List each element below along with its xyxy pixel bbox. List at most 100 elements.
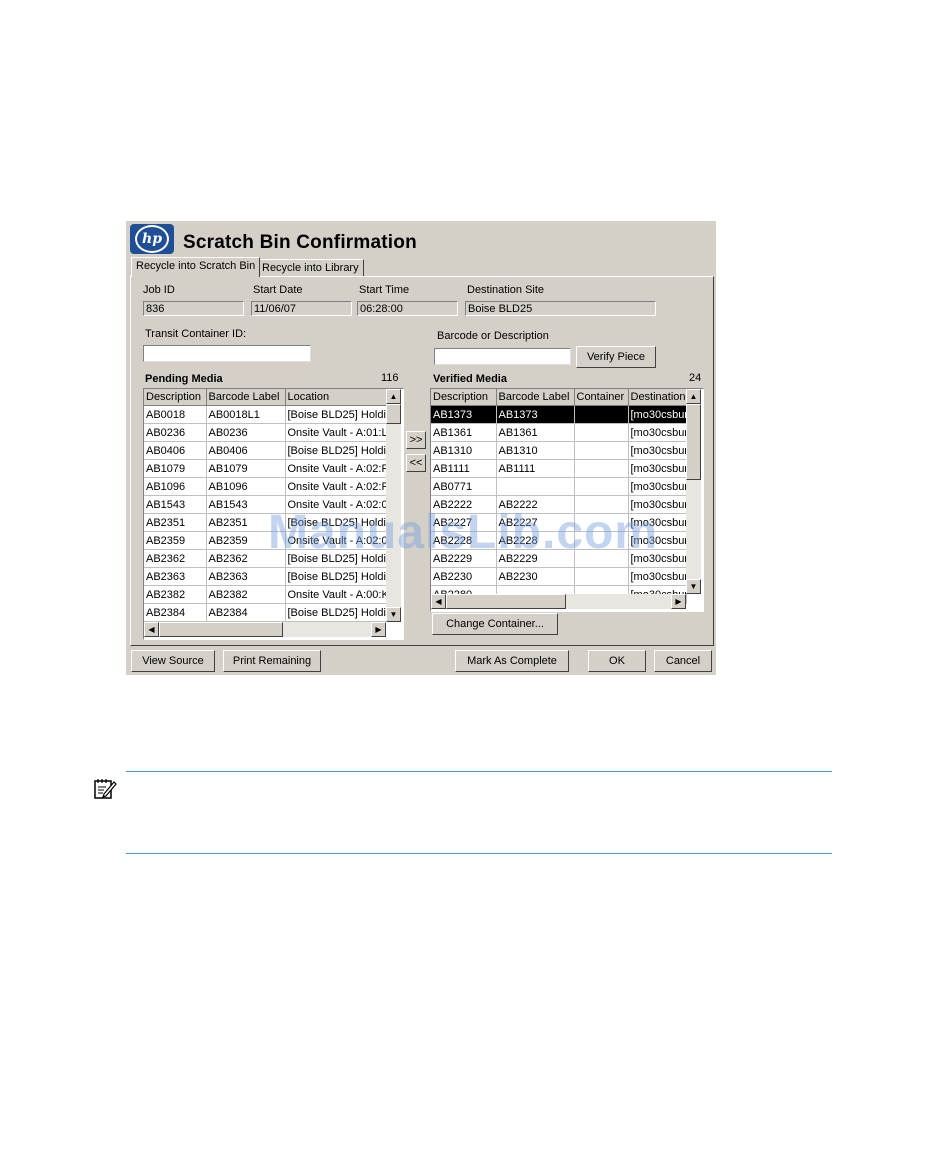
scroll-up-icon[interactable]: ▲ [686,389,701,404]
table-row[interactable]: AB1373 AB1373 [mo30csbur [431,405,687,424]
move-to-pending-button[interactable]: << [406,454,426,472]
destination-site-field: Boise BLD25 [465,301,656,316]
verified-col-container[interactable]: Container [574,389,629,406]
table-cell [574,513,629,532]
verified-media-grid[interactable]: Description Barcode Label Container Dest… [430,388,704,612]
table-row[interactable]: AB1096 AB1096 Onsite Vault - A:02:F [144,477,387,496]
barcode-input[interactable] [434,348,571,365]
verified-media-count: 24 [689,372,702,384]
table-cell [574,477,629,496]
scroll-thumb[interactable] [686,404,701,480]
table-cell: [mo30csbur [628,549,687,568]
table-row[interactable]: AB2363 AB2363 [Boise BLD25] Holdin [144,567,387,586]
table-cell: AB2362 [144,549,207,568]
pending-horizontal-scrollbar[interactable]: ◀ ▶ [144,622,386,637]
table-cell: AB2363 [206,567,286,586]
transit-container-input[interactable] [143,345,311,362]
pending-col-location[interactable]: Location [285,389,387,406]
scroll-right-icon[interactable]: ▶ [371,622,386,637]
table-cell: AB2384 [144,603,207,622]
scroll-down-icon[interactable]: ▼ [386,607,401,622]
cancel-button[interactable]: Cancel [654,650,712,672]
table-cell [574,423,629,442]
table-row[interactable]: AB2362 AB2362 [Boise BLD25] Holdin [144,549,387,568]
start-date-field: 11/06/07 [251,301,352,316]
table-cell: [Boise BLD25] Holdin [285,603,387,622]
table-cell: AB2227 [431,513,497,532]
table-cell: AB2382 [206,585,286,604]
table-cell: AB1096 [144,477,207,496]
table-row[interactable]: AB0771 [mo30csbur [431,477,687,496]
table-cell [496,477,575,496]
table-cell: AB0236 [206,423,286,442]
table-row[interactable]: AB2222 AB2222 [mo30csbur [431,495,687,514]
note-icon [94,779,117,799]
move-to-verified-button[interactable]: >> [406,431,426,449]
print-remaining-button[interactable]: Print Remaining [223,650,321,672]
table-cell: AB2384 [206,603,286,622]
table-cell: [mo30csbur [628,531,687,550]
table-row[interactable]: AB2229 AB2229 [mo30csbur [431,549,687,568]
table-row[interactable]: AB2230 AB2230 [mo30csbur [431,567,687,586]
scroll-right-icon[interactable]: ▶ [671,594,686,609]
table-cell: Onsite Vault - A:00:K [285,585,387,604]
ok-button[interactable]: OK [588,650,646,672]
tab-recycle-library[interactable]: Recycle into Library [257,259,364,277]
table-cell: Onsite Vault - A:02:F [285,477,387,496]
change-container-button[interactable]: Change Container... [432,613,558,635]
table-row[interactable]: AB2382 AB2382 Onsite Vault - A:00:K [144,585,387,604]
table-row[interactable]: AB2359 AB2359 Onsite Vault - A:02:0 [144,531,387,550]
job-id-field: 836 [143,301,244,316]
view-source-button[interactable]: View Source [131,650,215,672]
table-cell: AB2362 [206,549,286,568]
table-cell: AB2351 [206,513,286,532]
pending-col-barcode[interactable]: Barcode Label [206,389,286,406]
table-row[interactable]: AB2384 AB2384 [Boise BLD25] Holdin [144,603,387,622]
mark-as-complete-button[interactable]: Mark As Complete [455,650,569,672]
table-row[interactable]: AB2228 AB2228 [mo30csbur [431,531,687,550]
table-cell: AB0406 [144,441,207,460]
table-cell: [mo30csbur [628,477,687,496]
verify-piece-button[interactable]: Verify Piece [576,346,656,368]
pending-vertical-scrollbar[interactable]: ▲ ▼ [386,389,401,622]
table-cell: [Boise BLD25] Holdin [285,405,387,424]
table-cell: [mo30csbur [628,495,687,514]
table-row[interactable]: AB0236 AB0236 Onsite Vault - A:01:L [144,423,387,442]
verified-horizontal-scrollbar[interactable]: ◀ ▶ [431,594,686,609]
table-row[interactable]: AB1079 AB1079 Onsite Vault - A:02:F [144,459,387,478]
scroll-thumb[interactable] [446,594,566,609]
table-cell: AB2230 [431,567,497,586]
barcode-label: Barcode or Description [437,330,549,342]
table-row[interactable]: AB2351 AB2351 [Boise BLD25] Holdin [144,513,387,532]
scroll-thumb[interactable] [386,404,401,424]
scroll-up-icon[interactable]: ▲ [386,389,401,404]
scroll-down-icon[interactable]: ▼ [686,579,701,594]
table-row[interactable]: AB0406 AB0406 [Boise BLD25] Holdin [144,441,387,460]
verified-col-barcode[interactable]: Barcode Label [496,389,575,406]
table-cell: [mo30csbur [628,405,687,424]
table-cell: [mo30csbur [628,441,687,460]
table-cell [574,441,629,460]
pending-col-description[interactable]: Description [144,389,207,406]
table-row[interactable]: AB1310 AB1310 [mo30csbur [431,441,687,460]
verified-vertical-scrollbar[interactable]: ▲ ▼ [686,389,701,594]
table-cell: AB0018 [144,405,207,424]
table-row[interactable]: AB2227 AB2227 [mo30csbur [431,513,687,532]
tab-recycle-scratch-bin[interactable]: Recycle into Scratch Bin [131,257,261,277]
scroll-thumb[interactable] [159,622,283,637]
table-cell [574,495,629,514]
verified-col-destination[interactable]: Destination [628,389,687,406]
table-row[interactable]: AB1361 AB1361 [mo30csbur [431,423,687,442]
pending-media-title: Pending Media [145,373,223,385]
table-cell: [Boise BLD25] Holdin [285,567,387,586]
table-cell: AB0771 [431,477,497,496]
pending-media-grid[interactable]: Description Barcode Label Location AB001… [143,388,404,640]
verified-col-description[interactable]: Description [431,389,497,406]
table-row[interactable]: AB1111 AB1111 [mo30csbur [431,459,687,478]
table-row[interactable]: AB0018 AB0018L1 [Boise BLD25] Holdin [144,405,387,424]
table-cell: AB1096 [206,477,286,496]
table-row[interactable]: AB1543 AB1543 Onsite Vault - A:02:0 [144,495,387,514]
table-cell: AB1111 [431,459,497,478]
scroll-left-icon[interactable]: ◀ [144,622,159,637]
scroll-left-icon[interactable]: ◀ [431,594,446,609]
